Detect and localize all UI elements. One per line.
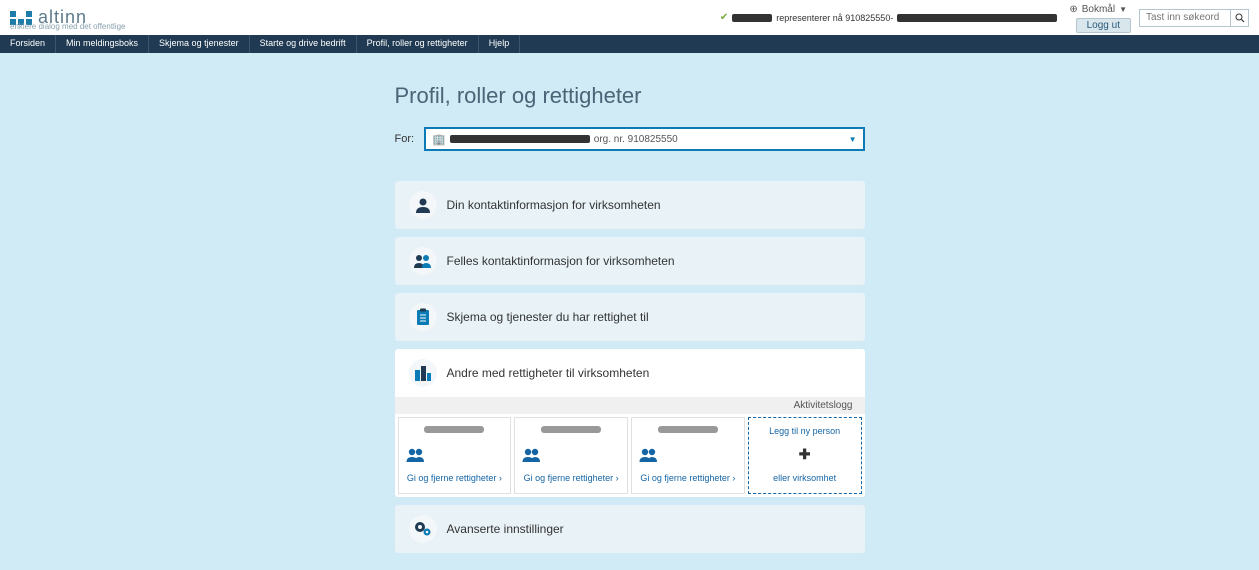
orgnr: org. nr. 910825550 — [594, 134, 678, 145]
card-action-1: Gi og fjerne rettigheter › — [405, 473, 505, 485]
panel-skjema[interactable]: Skjema og tjenester du har rettighet til — [395, 293, 865, 341]
language-label: Bokmål — [1082, 4, 1115, 15]
add-person-card[interactable]: Legg til ny person ✚ eller virksomhet — [748, 417, 862, 494]
user-representing: ✔ representerer nå 910825550- — [720, 12, 1057, 23]
panel-skjema-title: Skjema og tjenester du har rettighet til — [447, 310, 649, 324]
clipboard-icon — [409, 303, 437, 331]
for-label: For: — [395, 133, 415, 145]
rights-card-3[interactable]: Gi og fjerne rettigheter › — [631, 417, 745, 494]
panel-avanserte-title: Avanserte innstillinger — [447, 522, 564, 536]
nav-hjelp[interactable]: Hjelp — [479, 35, 521, 53]
people-icon — [521, 447, 621, 463]
globe-icon: ⊕ — [1069, 4, 1077, 15]
page-title: Profil, roller og rettigheter — [395, 83, 865, 109]
add-top-text: Legg til ny person — [755, 426, 855, 436]
people-icon — [409, 247, 437, 275]
nav-meldingsboks[interactable]: Min meldingsboks — [56, 35, 149, 53]
represents-text: representerer nå 910825550- — [776, 13, 893, 23]
people-icon — [638, 447, 738, 463]
panel-kontaktinfo[interactable]: Din kontaktinformasjon for virksomheten — [395, 181, 865, 229]
panel-kontaktinfo-title: Din kontaktinformasjon for virksomheten — [447, 198, 661, 212]
nav-starte[interactable]: Starte og drive bedrift — [250, 35, 357, 53]
redacted-name — [541, 426, 601, 433]
language-select[interactable]: ⊕ Bokmål ▼ — [1065, 3, 1131, 16]
panel-felles[interactable]: Felles kontaktinformasjon for virksomhet… — [395, 237, 865, 285]
add-bot-text: eller virksomhet — [755, 473, 855, 483]
panel-avanserte[interactable]: Avanserte innstillinger — [395, 505, 865, 553]
person-icon — [409, 191, 437, 219]
redacted-name — [424, 426, 484, 433]
panel-andre-header[interactable]: Andre med rettigheter til virksomheten — [395, 349, 865, 397]
panel-felles-title: Felles kontaktinformasjon for virksomhet… — [447, 254, 675, 268]
top-header: altinn enklere dialog med det offentlige… — [0, 0, 1259, 35]
search-icon — [1235, 13, 1245, 23]
people-icon — [405, 447, 505, 463]
aktivitetslogg-link[interactable]: Aktivitetslogg — [395, 397, 865, 414]
nav-forsiden[interactable]: Forsiden — [0, 35, 56, 53]
plus-icon: ✚ — [755, 446, 855, 463]
rights-card-2[interactable]: Gi og fjerne rettigheter › — [514, 417, 628, 494]
nav-skjema[interactable]: Skjema og tjenester — [149, 35, 250, 53]
panel-andre-title: Andre med rettigheter til virksomheten — [447, 366, 650, 380]
search-button[interactable] — [1230, 10, 1248, 26]
user-check-icon: ✔ — [720, 12, 728, 23]
logo-subtitle: enklere dialog med det offentlige — [10, 22, 126, 31]
redacted-name — [658, 426, 718, 433]
card-action-3: Gi og fjerne rettigheter › — [638, 473, 738, 485]
search-box — [1139, 9, 1249, 27]
actor-select[interactable]: 🏢 org. nr. 910825550 — [424, 127, 864, 151]
nav-profil[interactable]: Profil, roller og rettigheter — [357, 35, 479, 53]
panel-andre: Andre med rettigheter til virksomheten A… — [395, 349, 865, 497]
chevron-down-icon: ▼ — [1119, 5, 1127, 14]
search-input[interactable] — [1140, 11, 1230, 24]
org-icon — [409, 359, 437, 387]
card-action-2: Gi og fjerne rettigheter › — [521, 473, 621, 485]
rights-card-1[interactable]: Gi og fjerne rettigheter › — [398, 417, 512, 494]
gears-icon — [409, 515, 437, 543]
logout-button[interactable]: Logg ut — [1076, 18, 1131, 33]
main-nav: Forsiden Min meldingsboks Skjema og tjen… — [0, 35, 1259, 53]
building-icon: 🏢 — [432, 133, 446, 146]
